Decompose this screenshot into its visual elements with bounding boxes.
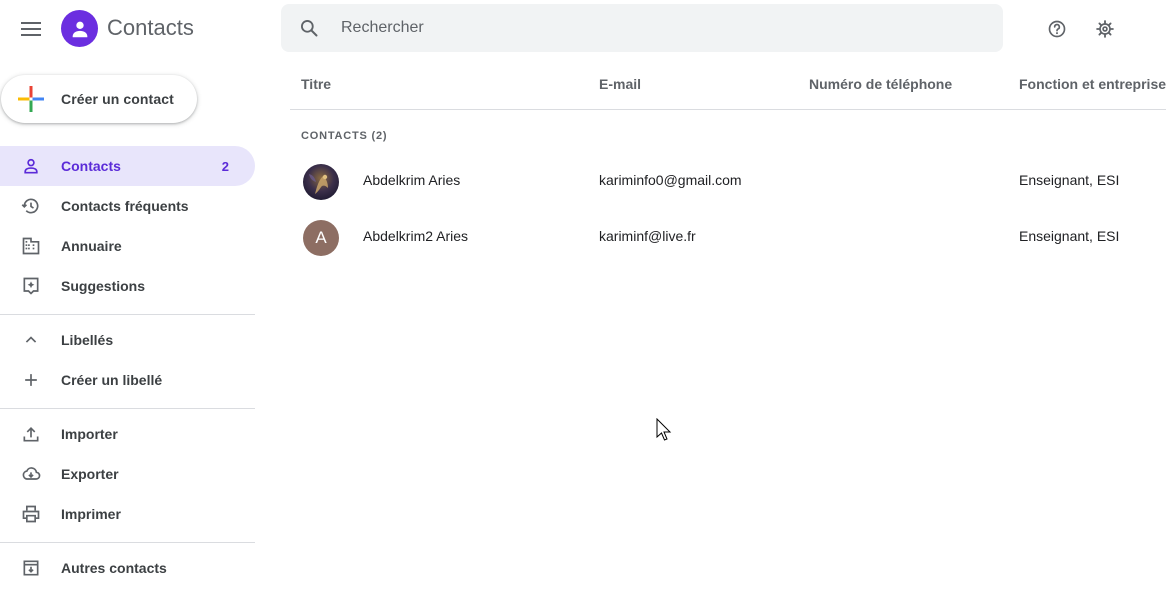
avatar <box>303 164 339 200</box>
nav-item-frequent-label: Contacts fréquents <box>61 198 189 214</box>
other-contacts-button[interactable]: Autres contacts <box>0 548 255 588</box>
labels-section-label: Libellés <box>61 332 114 348</box>
sidebar-divider <box>0 314 255 315</box>
other-contacts-label: Autres contacts <box>61 560 167 576</box>
nav-item-suggestions[interactable]: Suggestions <box>0 266 255 306</box>
settings-button[interactable] <box>1090 14 1120 44</box>
help-button[interactable] <box>1042 14 1072 44</box>
avatar: A <box>303 220 339 256</box>
suggestions-icon <box>0 276 61 296</box>
other-nav: Autres contacts <box>0 548 255 588</box>
print-icon <box>0 504 61 524</box>
contact-email: kariminfo0@gmail.com <box>599 172 742 188</box>
table-row[interactable]: Abdelkrim Aries kariminfo0@gmail.com Ens… <box>290 154 1166 210</box>
column-header-email[interactable]: E-mail <box>599 76 641 92</box>
import-label: Importer <box>61 426 118 442</box>
colorful-plus-icon <box>18 86 44 112</box>
contact-photo <box>303 164 339 200</box>
nav-item-contacts-label: Contacts <box>61 158 121 174</box>
column-header-job[interactable]: Fonction et entreprise <box>1019 76 1166 92</box>
main-nav: Contacts 2 Contacts fréquents Annuaire S… <box>0 146 255 306</box>
create-label-button[interactable]: Créer un libellé <box>0 360 255 400</box>
actions-nav: Importer Exporter Imprimer <box>0 414 255 534</box>
contacts-section-label: CONTACTS (2) <box>301 130 388 142</box>
contacts-count-badge: 2 <box>221 158 229 174</box>
export-button[interactable]: Exporter <box>0 454 255 494</box>
nav-item-directory[interactable]: Annuaire <box>0 226 255 266</box>
create-label-text: Créer un libellé <box>61 372 163 388</box>
main-menu-button[interactable] <box>14 12 48 46</box>
person-logo-icon <box>72 21 87 37</box>
cloud-download-icon <box>0 464 61 484</box>
export-label: Exporter <box>61 466 119 482</box>
chevron-up-icon <box>0 330 61 350</box>
plus-icon <box>0 370 61 390</box>
app-title[interactable]: Contacts <box>107 15 194 41</box>
nav-item-directory-label: Annuaire <box>61 238 122 254</box>
create-contact-label: Créer un contact <box>61 91 174 107</box>
upload-icon <box>0 424 61 444</box>
sidebar-divider <box>0 542 255 543</box>
nav-item-contacts[interactable]: Contacts 2 <box>0 146 255 186</box>
search-input[interactable] <box>337 4 1003 52</box>
history-icon <box>0 196 61 216</box>
sidebar-divider <box>0 408 255 409</box>
nav-item-frequent-contacts[interactable]: Contacts fréquents <box>0 186 255 226</box>
search-icon <box>301 20 318 37</box>
contact-job: Enseignant, ESI <box>1019 172 1120 188</box>
search-button[interactable] <box>281 4 337 52</box>
column-header-phone[interactable]: Numéro de téléphone <box>809 76 952 92</box>
print-label: Imprimer <box>61 506 121 522</box>
help-icon <box>1048 20 1066 38</box>
create-contact-button[interactable]: Créer un contact <box>1 75 197 123</box>
nav-item-suggestions-label: Suggestions <box>61 278 146 294</box>
import-button[interactable]: Importer <box>0 414 255 454</box>
column-header-name[interactable]: Titre <box>301 76 331 92</box>
search-bar[interactable] <box>281 4 1003 52</box>
contact-email: kariminf@live.fr <box>599 228 696 244</box>
archive-icon <box>0 558 61 578</box>
person-icon <box>0 156 61 176</box>
hamburger-menu-icon <box>21 22 41 36</box>
contact-job: Enseignant, ESI <box>1019 228 1120 244</box>
gear-icon <box>1096 20 1114 38</box>
contact-name: Abdelkrim2 Aries <box>363 228 469 244</box>
table-row[interactable]: A Abdelkrim2 Aries kariminf@live.fr Ense… <box>290 210 1166 266</box>
print-button[interactable]: Imprimer <box>0 494 255 534</box>
header-divider <box>290 109 1166 110</box>
mouse-cursor <box>656 417 672 447</box>
contacts-logo <box>61 10 98 47</box>
contact-name: Abdelkrim Aries <box>363 172 461 188</box>
domain-icon <box>0 236 61 256</box>
labels-section-toggle[interactable]: Libellés <box>0 320 255 360</box>
labels-nav: Libellés Créer un libellé <box>0 320 255 400</box>
